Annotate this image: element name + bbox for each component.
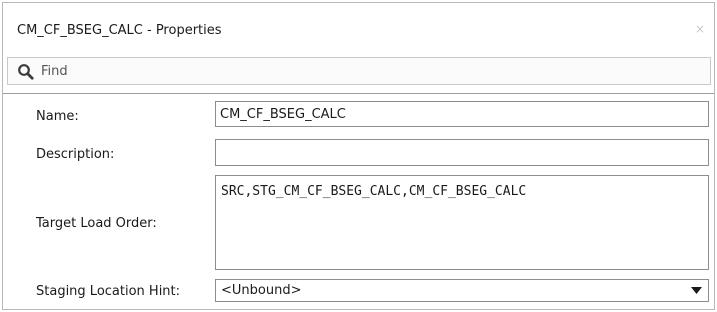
target-load-order-label: Target Load Order: bbox=[36, 216, 157, 231]
name-field[interactable] bbox=[215, 101, 709, 127]
find-bar bbox=[7, 57, 711, 85]
properties-window: CM_CF_BSEG_CALC - Properties × Name: Des… bbox=[2, 2, 715, 310]
description-label: Description: bbox=[36, 147, 115, 162]
target-load-order-textarea[interactable]: SRC,STG_CM_CF_BSEG_CALC,CM_CF_BSEG_CALC bbox=[216, 176, 708, 269]
name-label: Name: bbox=[36, 109, 79, 124]
caret-down-icon bbox=[691, 287, 702, 294]
title-bar: CM_CF_BSEG_CALC - Properties × bbox=[3, 3, 714, 49]
find-input[interactable] bbox=[41, 61, 704, 82]
target-load-order-field[interactable]: SRC,STG_CM_CF_BSEG_CALC,CM_CF_BSEG_CALC bbox=[215, 175, 709, 270]
description-input[interactable] bbox=[216, 140, 708, 165]
staging-location-hint-select[interactable]: <Unbound> bbox=[215, 279, 709, 302]
name-input[interactable] bbox=[216, 102, 708, 126]
magnifier-icon bbox=[18, 64, 34, 80]
close-icon[interactable]: × bbox=[695, 22, 705, 36]
description-field[interactable] bbox=[215, 139, 709, 166]
divider bbox=[3, 93, 714, 94]
staging-location-hint-value: <Unbound> bbox=[221, 283, 302, 298]
window-title: CM_CF_BSEG_CALC - Properties bbox=[17, 23, 222, 38]
staging-location-hint-label: Staging Location Hint: bbox=[36, 284, 181, 299]
